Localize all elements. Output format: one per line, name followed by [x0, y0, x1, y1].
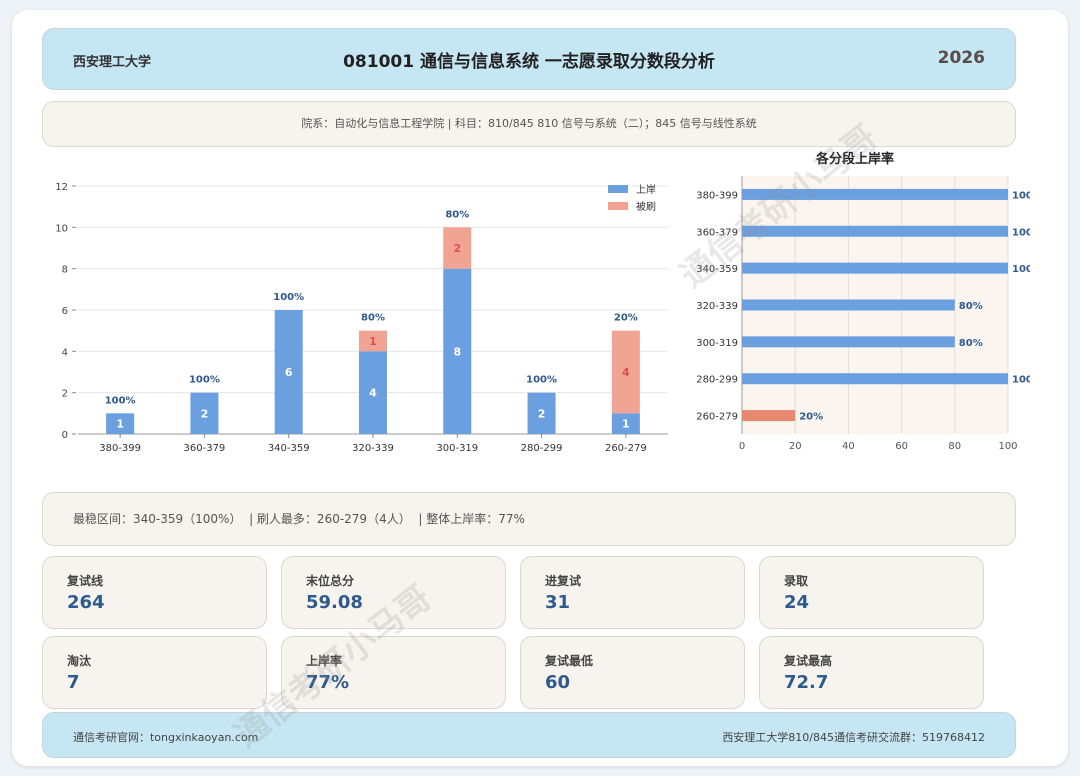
rate-bar — [742, 410, 796, 422]
bar-value-label: 1 — [116, 418, 124, 431]
stat-label: 录取 — [784, 574, 809, 588]
y-tick-label: 280-299 — [696, 375, 738, 386]
rate-value-label: 100% — [1012, 190, 1030, 201]
rate-bar — [742, 262, 1008, 274]
stat-value: 72.7 — [784, 672, 829, 693]
stat-value: 7 — [67, 672, 80, 693]
rate-bar — [742, 225, 1008, 237]
footer-website: 通信考研官网：tongxinkaoyan.com — [73, 731, 259, 744]
x-tick-label: 40 — [842, 441, 855, 452]
bar-value-label: 2 — [453, 242, 461, 255]
x-tick-label: 0 — [739, 441, 745, 452]
stat-card-retest-count: 进复试 31 — [520, 556, 745, 629]
x-tick-label: 380-399 — [99, 443, 141, 454]
rate-label: 100% — [273, 292, 304, 303]
rate-bar — [742, 336, 955, 348]
y-tick-label: 0 — [62, 430, 68, 441]
stat-card-eliminated: 淘汰 7 — [42, 636, 267, 709]
stat-card-pass-rate: 上岸率 77% — [281, 636, 506, 709]
y-tick-label: 380-399 — [696, 190, 738, 201]
y-tick-label: 2 — [62, 389, 68, 400]
pass-rate-horizontal-bar-chart: 各分段上岸率 0 20 40 60 80 100 100% 380-399 100% 360-379… — [696, 151, 1030, 452]
x-tick-label: 20 — [789, 441, 802, 452]
x-tick-label: 280-299 — [521, 443, 563, 454]
stat-value: 31 — [545, 592, 571, 613]
stat-value: 59.08 — [306, 592, 363, 613]
stat-value: 77% — [306, 672, 350, 693]
rate-label: 20% — [614, 313, 638, 324]
stat-label: 末位总分 — [306, 574, 355, 588]
bar-value-label: 1 — [369, 335, 377, 348]
rate-value-label: 100% — [1012, 227, 1030, 238]
header-banner: 西安理工大学 081001 通信与信息系统 一志愿录取分数段分析 2026 — [42, 28, 1016, 90]
rate-value-label: 100% — [1012, 375, 1030, 386]
stat-label: 复试最高 — [784, 654, 833, 668]
stat-value: 24 — [784, 592, 810, 613]
footer-group: 西安理工大学810/845通信考研交流群：519768412 — [722, 731, 985, 744]
y-tick-label: 8 — [62, 265, 68, 276]
stat-card-admitted: 录取 24 — [759, 556, 984, 629]
rate-bar — [742, 188, 1008, 200]
legend-label: 上岸 — [636, 184, 656, 196]
y-tick-label: 260-279 — [696, 412, 738, 423]
bar-value-label: 8 — [453, 345, 461, 358]
legend-swatch-eliminated — [608, 202, 628, 210]
rate-label: 100% — [189, 375, 220, 386]
page-title: 081001 通信与信息系统 一志愿录取分数段分析 — [343, 52, 715, 72]
rate-bar — [742, 299, 955, 311]
rate-label: 100% — [526, 375, 557, 386]
y-tick-label: 340-359 — [696, 264, 738, 275]
stat-label: 上岸率 — [306, 654, 343, 668]
legend-swatch-admitted — [608, 185, 628, 193]
rate-value-label: 80% — [959, 338, 983, 349]
stat-card-retest-line: 复试线 264 — [42, 556, 267, 629]
y-tick-label: 4 — [62, 347, 68, 358]
department-info: 院系：自动化与信息工程学院 | 科目：810/845 810 信号与系统（二）；… — [42, 101, 1016, 147]
y-tick-label: 6 — [62, 306, 68, 317]
bar-value-label: 2 — [201, 407, 209, 420]
stat-label: 淘汰 — [67, 654, 92, 668]
rate-label: 80% — [361, 313, 385, 324]
bar-value-label: 4 — [622, 366, 630, 379]
y-tick-label: 12 — [55, 182, 68, 193]
year-label: 2026 — [937, 48, 985, 68]
bar-value-label: 4 — [369, 387, 377, 400]
stat-card-last-total: 末位总分 59.08 — [281, 556, 506, 629]
bar-value-label: 6 — [285, 366, 293, 379]
x-tick-label: 360-379 — [184, 443, 226, 454]
bar-value-label: 1 — [622, 418, 630, 431]
x-tick-label: 100 — [998, 441, 1017, 452]
score-band-stacked-bar-chart: 0246810121100%380-3992100%360-3796100%34… — [55, 182, 668, 454]
stat-card-retest-max: 复试最高 72.7 — [759, 636, 984, 709]
summary-bar: 最稳区间：340-359（100%） | 刷人最多：260-279（4人） | … — [42, 492, 1016, 546]
x-tick-label: 340-359 — [268, 443, 310, 454]
y-tick-label: 360-379 — [696, 227, 738, 238]
x-tick-label: 60 — [895, 441, 908, 452]
rate-value-label: 100% — [1012, 264, 1030, 275]
y-tick-label: 320-339 — [696, 301, 738, 312]
legend-label: 被刷 — [636, 200, 656, 213]
stat-value: 60 — [545, 672, 571, 693]
y-tick-label: 300-319 — [696, 338, 738, 349]
bar-value-label: 2 — [538, 407, 546, 420]
x-tick-label: 300-319 — [436, 443, 478, 454]
rate-label: 80% — [445, 209, 469, 220]
rate-value-label: 80% — [959, 301, 983, 312]
chart-title: 各分段上岸率 — [815, 151, 894, 167]
stat-value: 264 — [67, 592, 105, 613]
x-tick-label: 320-339 — [352, 443, 394, 454]
stat-label: 复试线 — [67, 574, 104, 588]
stat-card-retest-min: 复试最低 60 — [520, 636, 745, 709]
x-tick-label: 260-279 — [605, 443, 647, 454]
rate-value-label: 20% — [799, 412, 823, 423]
rate-bar — [742, 373, 1008, 385]
rate-label: 100% — [105, 395, 136, 406]
y-tick-label: 10 — [55, 223, 68, 234]
x-tick-label: 80 — [948, 441, 961, 452]
footer-banner: 通信考研官网：tongxinkaoyan.com 西安理工大学810/845通信… — [42, 712, 1016, 758]
stat-label: 进复试 — [545, 574, 582, 588]
stat-label: 复试最低 — [545, 654, 594, 668]
